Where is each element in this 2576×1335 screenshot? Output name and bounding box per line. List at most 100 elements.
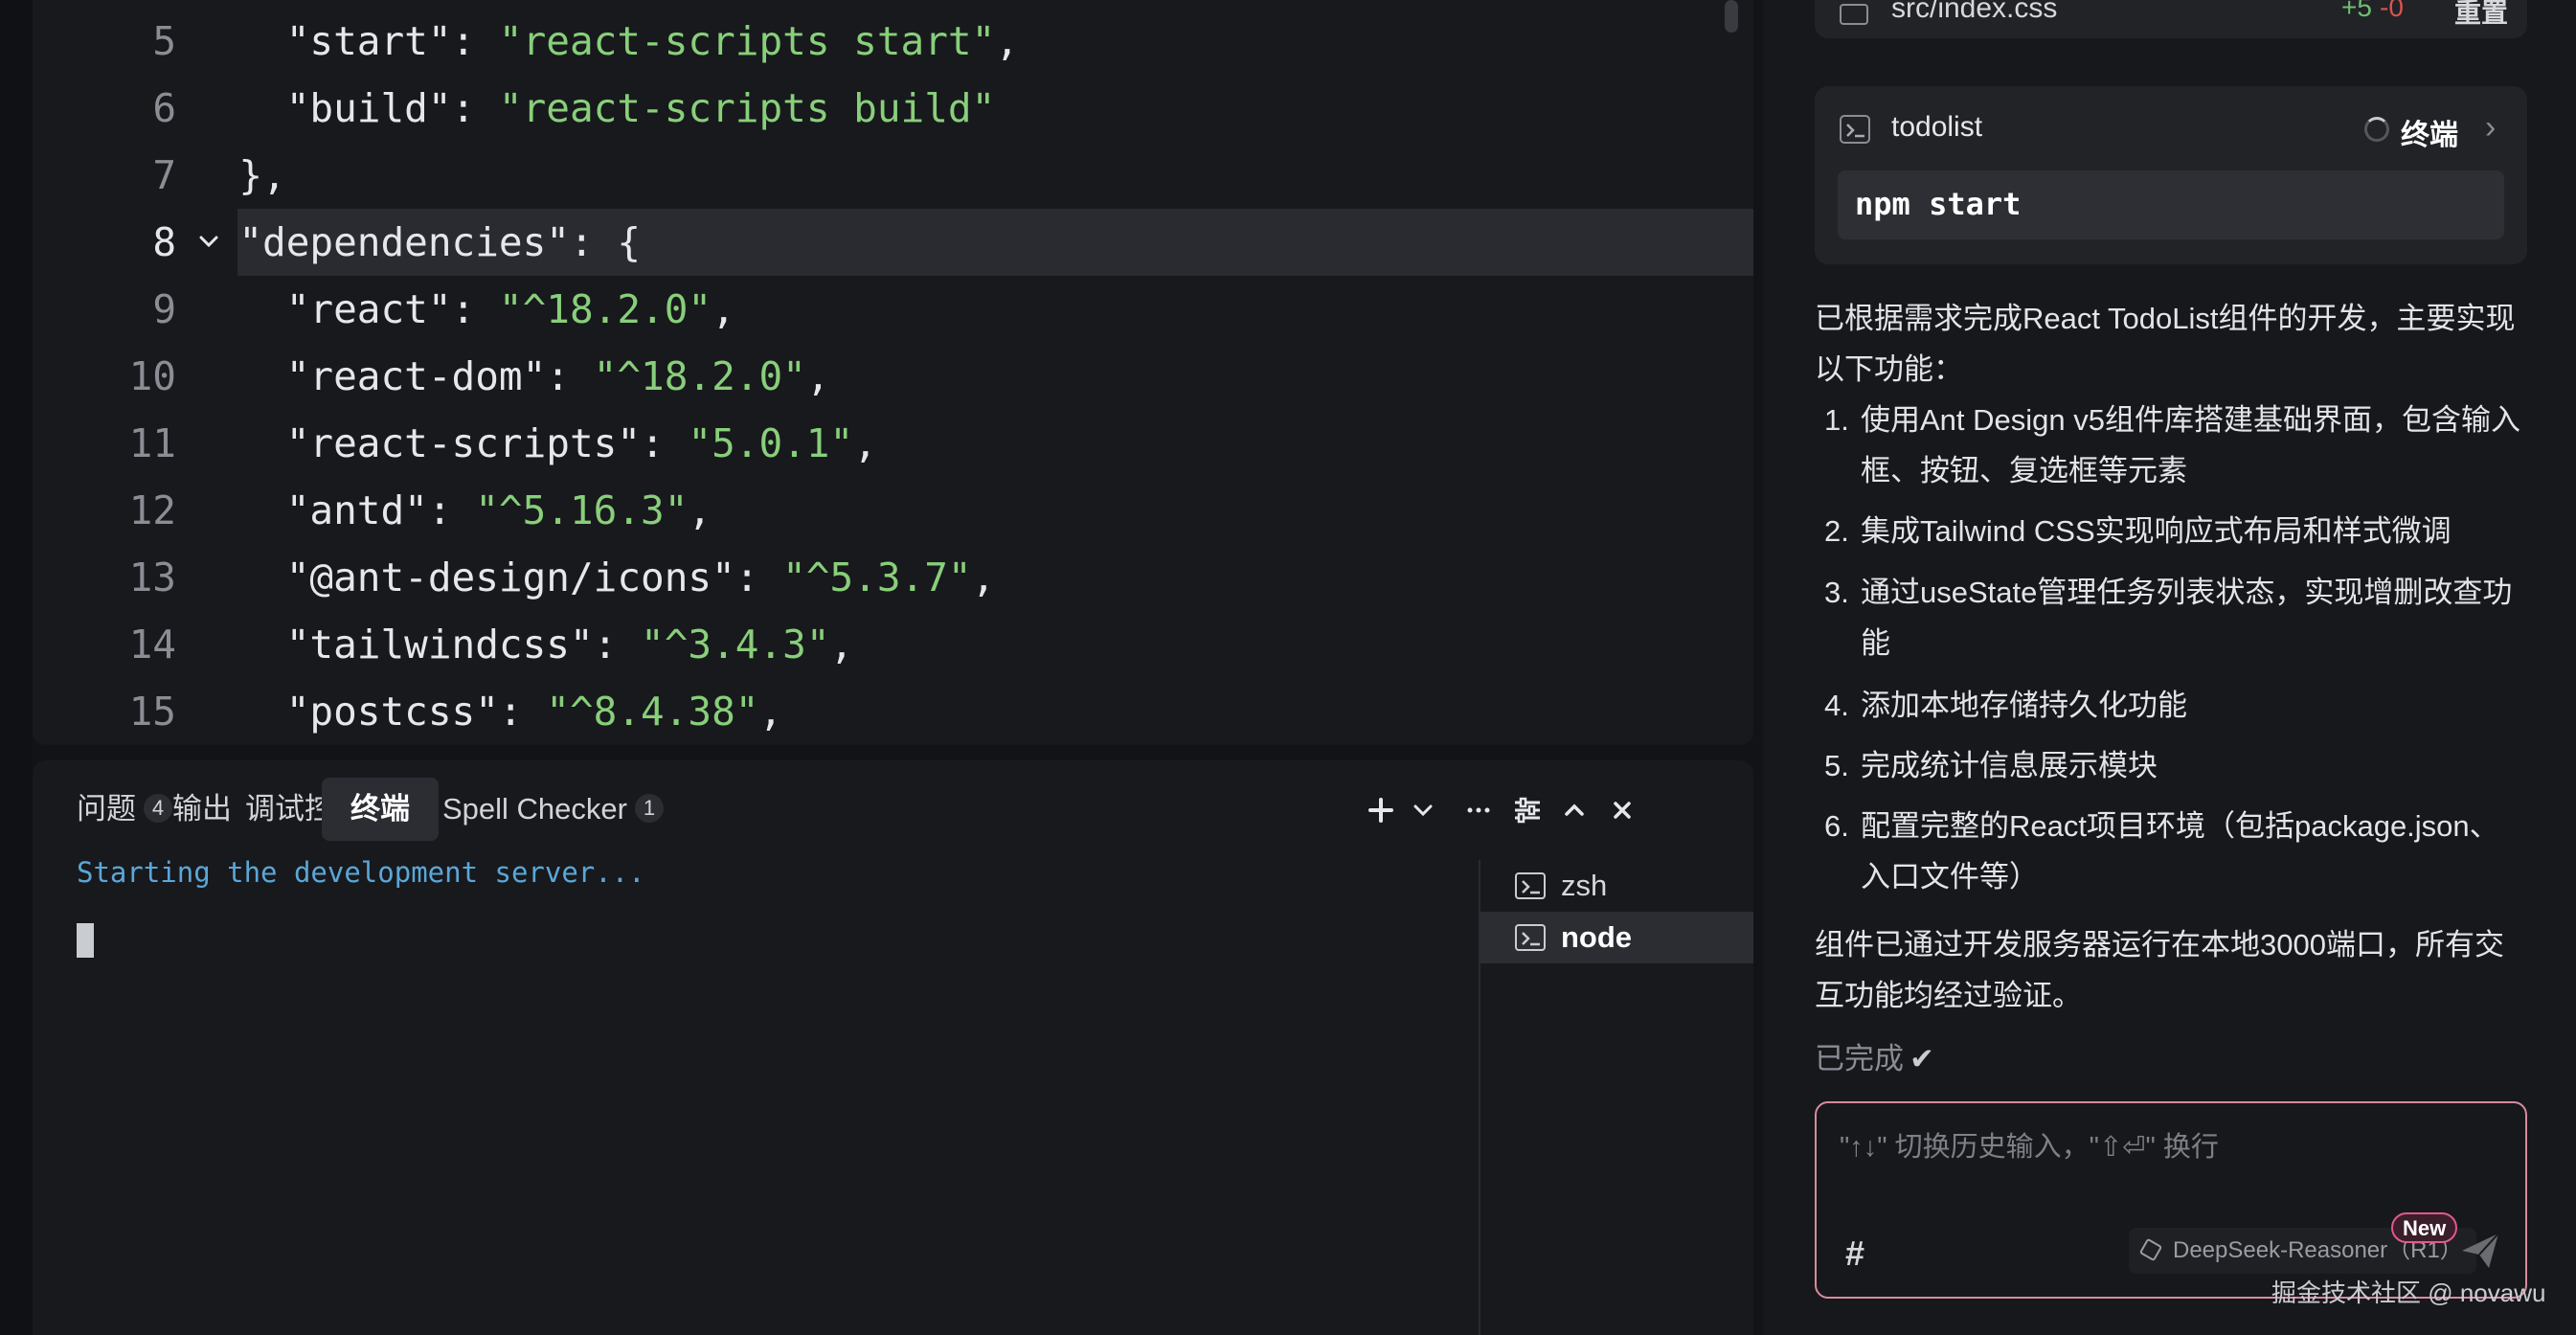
code-line[interactable]: 9 "react": "^18.2.0", — [33, 276, 1753, 343]
new-terminal-icon[interactable] — [1360, 789, 1402, 831]
code-text: "tailwindcss": "^3.4.3", — [192, 611, 853, 678]
tab-spell-checker[interactable]: Spell Checker 1 — [442, 778, 664, 841]
code-token: , — [829, 622, 854, 668]
code-token: "react-dom" — [285, 353, 547, 399]
more-options-icon[interactable] — [1457, 789, 1500, 831]
code-text: "start": "react-scripts start", — [192, 8, 1019, 75]
file-icon — [1840, 4, 1868, 25]
completion-status-label: 已完成 — [1815, 1042, 1904, 1075]
editor-scrollbar[interactable] — [1725, 0, 1738, 33]
line-number: 9 — [152, 286, 176, 332]
reset-button[interactable]: 重置 — [2454, 0, 2508, 31]
ai-chat-panel: src/index.css +5 -0 重置 todolist 终端 › npm… — [1763, 0, 2576, 1335]
bottom-panel: 问题 4 输出 调试控制台 终端 Spell Checker 1 Starting … — [33, 760, 1753, 1335]
string-token: "^8.4.38" — [546, 689, 759, 735]
pane-divider[interactable] — [1753, 0, 1763, 1335]
code-token: : — [427, 487, 476, 533]
code-token: "react-scripts" — [285, 420, 642, 466]
string-token: "^18.2.0" — [593, 353, 806, 399]
code-token: , — [712, 286, 735, 332]
code-token: , — [853, 420, 877, 466]
code-editor[interactable]: 5 "start": "react-scripts start", 6 "buil… — [33, 0, 1753, 745]
code-line[interactable]: 14 "tailwindcss": "^3.4.3", — [33, 611, 1753, 678]
tab-spell-checker-label: Spell Checker — [442, 792, 627, 826]
code-text: "postcss": "^8.4.38", — [192, 678, 782, 745]
code-text: "react": "^18.2.0", — [192, 276, 735, 343]
watermark: 掘金技术社区 @ novawu — [2271, 1278, 2546, 1307]
code-line[interactable]: 7 }, — [33, 142, 1753, 209]
layout-settings-icon[interactable] — [1505, 789, 1548, 831]
list-item-text: 集成Tailwind CSS实现响应式布局和样式微调 — [1861, 514, 2452, 548]
code-token: : — [451, 18, 499, 64]
tab-problems[interactable]: 问题 4 — [77, 778, 172, 841]
chevron-down-icon[interactable] — [1402, 789, 1444, 831]
line-number: 14 — [128, 622, 176, 668]
code-token: : — [451, 85, 499, 131]
line-number: 7 — [152, 152, 176, 198]
send-icon[interactable] — [2456, 1226, 2504, 1274]
line-number: 8 — [152, 219, 176, 265]
code-text: "react-scripts": "5.0.1", — [192, 410, 877, 477]
terminal-item-zsh[interactable]: zsh — [1480, 860, 1753, 912]
code-text: "react-dom": "^18.2.0", — [192, 343, 830, 410]
checkmark-icon: ✔ — [1909, 1042, 1934, 1075]
file-change-card[interactable]: src/index.css +5 -0 重置 — [1815, 0, 2527, 38]
command-card: todolist 终端 › npm start — [1815, 86, 2527, 264]
code-line[interactable]: 8 "dependencies": { — [33, 209, 1753, 276]
line-number: 10 — [128, 353, 176, 399]
terminal-item-label: zsh — [1561, 869, 1608, 902]
tab-problems-label: 问题 — [77, 792, 136, 826]
code-line[interactable]: 11 "react-scripts": "5.0.1", — [33, 410, 1753, 477]
tab-output[interactable]: 输出 — [172, 778, 232, 841]
code-token: : — [546, 353, 594, 399]
chat-input-placeholder: "↑↓" 切换历史输入，"⇧⏎" 换行 — [1840, 1132, 2219, 1163]
terminal-item-node[interactable]: node — [1480, 912, 1753, 963]
chevron-right-icon[interactable]: › — [2485, 109, 2496, 147]
code-text: "antd": "^5.16.3", — [192, 477, 712, 544]
code-line[interactable]: 6 "build": "react-scripts build" — [33, 75, 1753, 142]
diff-added-count: +5 — [2341, 0, 2372, 22]
close-panel-icon[interactable] — [1601, 789, 1643, 831]
code-token: : — [498, 689, 547, 735]
string-token: "^18.2.0" — [498, 286, 712, 332]
model-cube-icon — [2138, 1237, 2163, 1262]
code-text: "@ant-design/icons": "^5.3.7", — [192, 544, 996, 611]
line-number: 13 — [128, 554, 176, 600]
terminal-icon — [1515, 872, 1546, 899]
code-token: "postcss" — [285, 689, 499, 735]
line-number: 11 — [128, 420, 176, 466]
code-token: : — [641, 420, 689, 466]
command-text: npm start — [1855, 186, 2022, 222]
terminal-icon — [1840, 115, 1870, 144]
problems-count-badge: 4 — [144, 793, 172, 823]
code-line[interactable]: 12 "antd": "^5.16.3", — [33, 477, 1753, 544]
line-number: 6 — [152, 85, 176, 131]
string-token: "5.0.1" — [688, 420, 854, 466]
terminal-output: Starting the development server... — [77, 856, 645, 889]
line-number: 15 — [128, 689, 176, 735]
open-terminal-link[interactable]: 终端 — [2401, 111, 2458, 153]
code-line[interactable]: 5 "start": "react-scripts start", — [33, 8, 1753, 75]
code-token: }, — [238, 152, 286, 198]
list-item-text: 完成统计信息展示模块 — [1861, 749, 2158, 782]
code-token: "dependencies" — [238, 219, 570, 265]
hash-context-icon[interactable]: # — [1845, 1233, 1864, 1274]
tab-terminal[interactable]: 终端 — [322, 778, 439, 841]
code-token: : — [734, 554, 783, 600]
assistant-summary-text: 组件已通过开发服务器运行在本地3000端口，所有交互功能均经过验证。 — [1815, 928, 2504, 1012]
chat-input[interactable]: "↑↓" 切换历史输入，"⇧⏎" 换行 # DeepSeek-Reasoner（… — [1815, 1101, 2527, 1299]
code-token: "antd" — [285, 487, 428, 533]
maximize-panel-icon[interactable] — [1553, 789, 1595, 831]
diff-removed-count: -0 — [2380, 0, 2404, 22]
code-line[interactable]: 10 "react-dom": "^18.2.0", — [33, 343, 1753, 410]
code-token: "tailwindcss" — [285, 622, 594, 668]
code-line[interactable]: 13 "@ant-design/icons": "^5.3.7", — [33, 544, 1753, 611]
code-token: , — [971, 554, 996, 600]
code-line[interactable]: 15 "postcss": "^8.4.38", — [33, 678, 1753, 745]
code-token: "start" — [285, 18, 452, 64]
